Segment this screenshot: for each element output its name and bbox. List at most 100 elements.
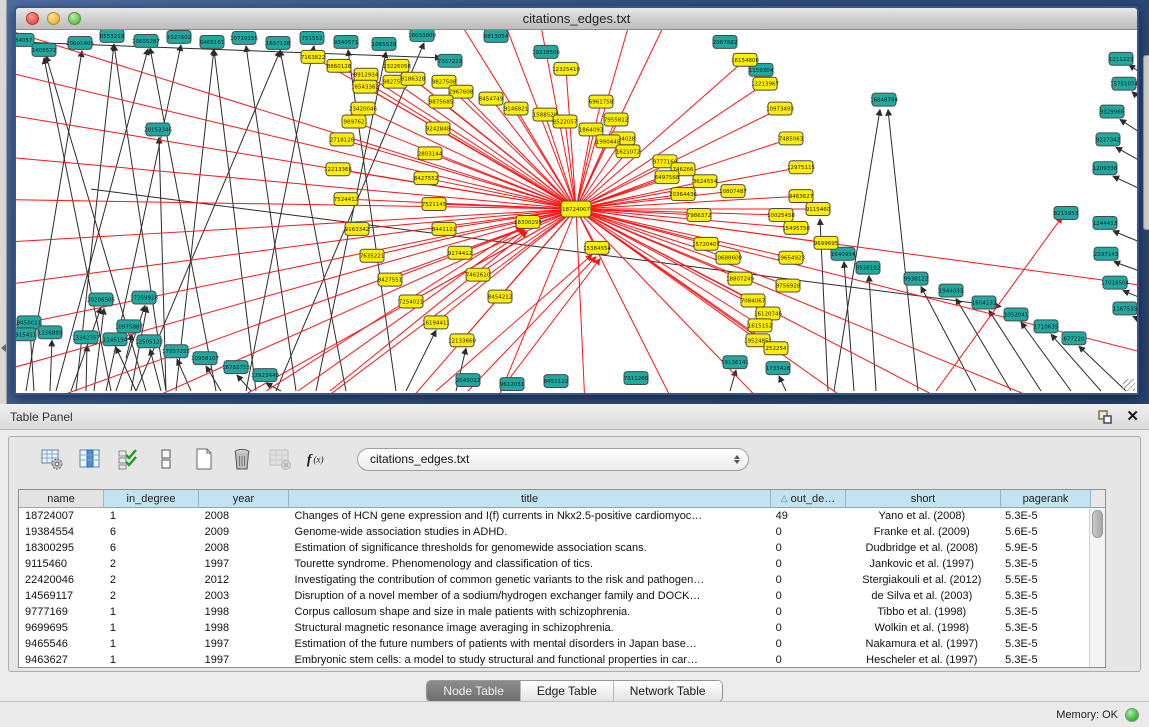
- splitter-collapse-icon[interactable]: [1, 344, 6, 352]
- table-cell: 5.3E-5: [999, 654, 1089, 666]
- table-row[interactable]: 1830029562008Estimation of significance …: [19, 540, 1089, 556]
- graph-node-label: 15495758: [782, 226, 810, 232]
- table-selector-value: citations_edges.txt: [370, 452, 734, 466]
- network-window-titlebar[interactable]: citations_edges.txt: [16, 8, 1137, 30]
- graph-node-label: 18807249: [726, 277, 754, 283]
- graph-node-label: 15720407: [692, 242, 720, 248]
- table-cell: 5.3E-5: [999, 606, 1089, 618]
- citation-network-graph[interactable]: 1872400793405714055722069140685532191065…: [16, 30, 1137, 393]
- graph-node-label: 6497568: [655, 175, 680, 181]
- table-cell: 2003: [199, 590, 289, 602]
- graph-node-label: 9699695: [814, 241, 838, 247]
- table-cell: 22420046: [19, 574, 104, 586]
- table-header-row: namein_degreeyeartitle△out_de…shortpager…: [19, 490, 1105, 508]
- graph-node-label: 9340571: [334, 40, 358, 46]
- network-desktop: citations_edges.txt 18724007934057140557…: [0, 0, 1149, 404]
- table-cell: 9115460: [19, 558, 104, 570]
- graph-node-label: 15751074: [1110, 82, 1137, 88]
- statusbar: Memory: OK: [0, 701, 1149, 727]
- table-cell: 1998: [199, 622, 289, 634]
- table-cell: 49: [770, 510, 845, 522]
- control-panel-splitter[interactable]: [0, 0, 7, 404]
- table-cell: 9699695: [19, 622, 104, 634]
- table-row[interactable]: 911546021997Tourette syndrome. Phenomeno…: [19, 556, 1089, 572]
- graph-node-label: 18300295: [514, 220, 542, 226]
- graph-node-label: 8813054: [484, 34, 509, 40]
- select-columns-icon[interactable]: [115, 446, 141, 472]
- table-cell: 9465546: [19, 638, 104, 650]
- graph-node-label: 7357223: [438, 59, 463, 65]
- column-header-out_de[interactable]: △out_de…: [771, 490, 846, 508]
- table-row[interactable]: 1456911722003Disruption of a novel membe…: [19, 588, 1089, 604]
- show-column-icon[interactable]: [77, 446, 103, 472]
- tab-network-table[interactable]: Network Table: [614, 681, 722, 701]
- table-row[interactable]: 946362711997Embryonic stem cells: a mode…: [19, 652, 1089, 667]
- graph-node-label: 1052041: [1004, 312, 1028, 318]
- table-scrollbar-thumb[interactable]: [1092, 510, 1103, 538]
- graph-node-label: 677220: [1064, 336, 1085, 342]
- graph-node-label: 12213366: [324, 167, 352, 173]
- graph-node-label: 1615152: [748, 323, 772, 329]
- graph-node-label: 6961758: [589, 100, 614, 106]
- column-header-in_degree[interactable]: in_degree: [104, 490, 199, 508]
- zoom-window-icon[interactable]: [68, 12, 81, 25]
- table-cell: de Silva et al. (2003): [844, 590, 999, 602]
- column-header-pagerank[interactable]: pagerank: [1001, 490, 1091, 508]
- graph-node-label: 9227342: [1096, 137, 1120, 143]
- table-settings-icon[interactable]: [39, 446, 65, 472]
- graph-node-label: 8454749: [479, 97, 504, 103]
- graph-node-label: 7986372: [687, 213, 711, 219]
- column-header-year[interactable]: year: [199, 490, 289, 508]
- graph-node-label: 3624554: [693, 179, 718, 185]
- graph-node-label: 1667138: [266, 41, 291, 47]
- table-cell: Changes of HCN gene expression and I(f) …: [289, 510, 770, 522]
- table-row[interactable]: 946554611997Estimation of the future num…: [19, 636, 1089, 652]
- column-header-title[interactable]: title: [289, 490, 771, 508]
- graph-node-label: 1145194: [103, 337, 128, 343]
- tab-node-table[interactable]: Node Table: [427, 681, 521, 701]
- table-row[interactable]: 977716911998Corpus callosum shape and si…: [19, 604, 1089, 620]
- graph-node-label: 2803144: [418, 151, 443, 157]
- close-window-icon[interactable]: [26, 12, 39, 25]
- table-cell: Genome-wide association studies in ADHD.: [289, 526, 770, 538]
- graph-node-label: 9938122: [904, 277, 928, 283]
- table-cell: 0: [770, 638, 845, 650]
- minimize-window-icon[interactable]: [47, 12, 60, 25]
- table-scrollbar[interactable]: [1089, 508, 1105, 667]
- graph-node-label: 23226058: [383, 64, 411, 70]
- table-cell: 1: [104, 654, 199, 666]
- network-canvas[interactable]: 1872400793405714055722069140685532191065…: [16, 30, 1137, 393]
- graph-node-label: 9875685: [429, 100, 453, 106]
- memory-status-led[interactable]: [1125, 708, 1139, 722]
- function-builder-icon[interactable]: f (x): [305, 446, 331, 472]
- new-table-icon[interactable]: [191, 446, 217, 472]
- table-cell: 6: [104, 526, 199, 538]
- tab-edge-table[interactable]: Edge Table: [521, 681, 614, 701]
- float-panel-icon[interactable]: [1098, 410, 1112, 424]
- table-row[interactable]: 1872400712008Changes of HCN gene express…: [19, 508, 1089, 524]
- table-selector-dropdown[interactable]: citations_edges.txt: [357, 448, 749, 471]
- table-row[interactable]: 2242004622012Investigating the contribut…: [19, 572, 1089, 588]
- table-cell: 1: [104, 510, 199, 522]
- graph-node-label: 20206505: [87, 298, 115, 304]
- graph-node-label: 7955812: [604, 118, 628, 124]
- graph-node-label: 9115460: [806, 207, 831, 213]
- table-cell: Corpus callosum shape and size in male p…: [289, 606, 770, 618]
- header-scroll-corner: [1091, 490, 1105, 508]
- graph-node-label: 8450011: [17, 320, 41, 326]
- table-cell: 0: [770, 590, 845, 602]
- window-resize-grip[interactable]: [1123, 379, 1135, 391]
- row-height-icon[interactable]: [153, 446, 179, 472]
- table-row[interactable]: 1938455462009Genome-wide association stu…: [19, 524, 1089, 540]
- column-header-name[interactable]: name: [19, 490, 104, 508]
- table-cell: Franke et al. (2009): [844, 526, 999, 538]
- graph-node-label: 7462610: [466, 273, 491, 279]
- close-panel-icon[interactable]: ✕: [1126, 410, 1139, 424]
- graph-node-label: 1640934: [831, 252, 856, 258]
- table-rows: 1872400712008Changes of HCN gene express…: [19, 508, 1089, 667]
- column-header-short[interactable]: short: [846, 490, 1001, 508]
- table-row[interactable]: 969969511998Structural magnetic resonanc…: [19, 620, 1089, 636]
- graph-node-label: 2718126: [330, 137, 355, 143]
- table-cell: 5.3E-5: [999, 558, 1089, 570]
- delete-icon[interactable]: [229, 446, 255, 472]
